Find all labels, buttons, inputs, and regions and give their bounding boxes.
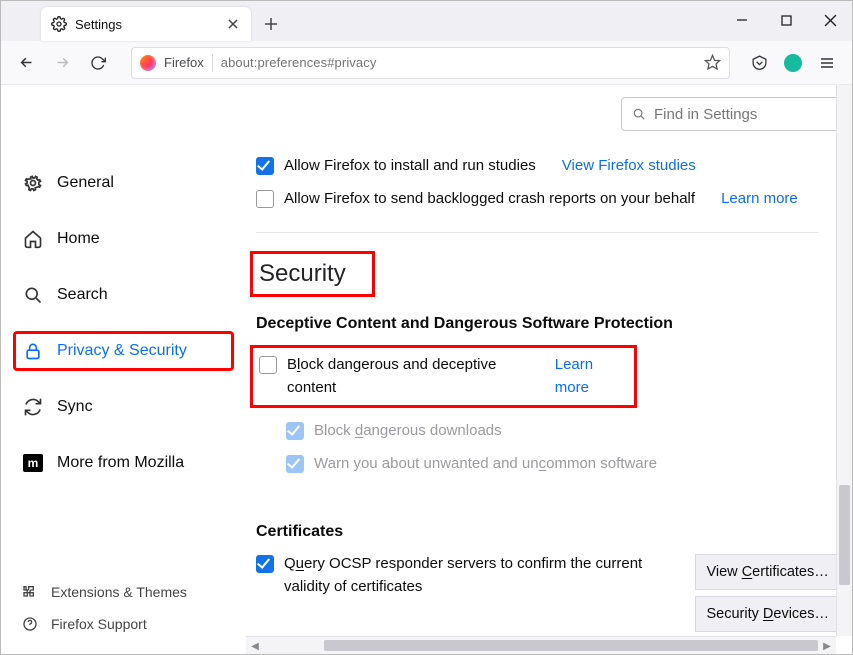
separator <box>212 54 213 72</box>
maximize-button[interactable] <box>764 1 808 39</box>
gear-icon <box>23 173 43 193</box>
nav-label: Search <box>57 286 108 304</box>
nav-more-mozilla[interactable]: m More from Mozilla <box>13 443 234 483</box>
crash-reports-row: Allow Firefox to send backlogged crash r… <box>256 188 818 211</box>
gear-icon <box>51 16 67 32</box>
tab-title: Settings <box>75 17 217 32</box>
crash-reports-checkbox[interactable] <box>256 190 274 208</box>
forward-button[interactable] <box>45 47 79 79</box>
lock-icon <box>23 341 43 361</box>
scrollbar-thumb[interactable] <box>324 640 818 651</box>
checkbox-label: Allow Firefox to send backlogged crash r… <box>284 188 695 211</box>
app-window: Settings Firefox about:preferences#priva… <box>0 0 853 655</box>
nav-label: General <box>57 174 114 192</box>
scroll-right-arrow[interactable]: ▶ <box>818 637 836 654</box>
search-icon <box>23 285 43 305</box>
link-label: Firefox Support <box>51 616 147 632</box>
firefox-support-link[interactable]: Firefox Support <box>13 608 234 640</box>
nav-label: Sync <box>57 398 93 416</box>
sidebar: General Home Search Privacy & Security S… <box>1 85 246 654</box>
content-area: General Home Search Privacy & Security S… <box>1 85 852 654</box>
deceptive-content-heading: Deceptive Content and Dangerous Software… <box>256 315 818 333</box>
checkbox-label: Block dangerous and deceptive content <box>287 354 531 399</box>
help-icon <box>21 615 39 633</box>
browser-tab[interactable]: Settings <box>41 7 251 41</box>
reload-button[interactable] <box>81 47 115 79</box>
main-panel: Find in Settings Allow Firefox to instal… <box>246 85 852 654</box>
close-tab-icon[interactable] <box>225 16 241 32</box>
extension-icon[interactable] <box>784 54 802 72</box>
titlebar: Settings <box>1 1 852 41</box>
section-separator <box>256 232 818 233</box>
nav-privacy-security[interactable]: Privacy & Security <box>13 331 234 371</box>
block-dangerous-row: Block dangerous and deceptive content Le… <box>250 345 637 408</box>
bookmark-star-icon[interactable] <box>704 54 721 71</box>
view-certificates-button[interactable]: View Certificates… <box>695 554 840 590</box>
link-label: Extensions & Themes <box>51 584 187 600</box>
scrollbar-thumb[interactable] <box>839 485 850 585</box>
certificate-buttons: View Certificates… Security Devices… <box>695 554 840 632</box>
block-downloads-checkbox[interactable] <box>286 422 304 440</box>
nav-label: Home <box>57 230 100 248</box>
horizontal-scrollbar[interactable]: ◀ ▶ <box>246 636 836 654</box>
checkbox-label: Warn you about unwanted and uncommon sof… <box>314 453 657 476</box>
block-dangerous-checkbox[interactable] <box>259 356 277 374</box>
block-downloads-row: Block dangerous downloads <box>286 420 818 443</box>
warn-unwanted-row: Warn you about unwanted and uncommon sof… <box>286 453 818 476</box>
scroll-left-arrow[interactable]: ◀ <box>246 637 264 654</box>
app-menu-button[interactable] <box>810 47 844 79</box>
nav-label: More from Mozilla <box>57 454 184 472</box>
firefox-icon <box>140 55 156 71</box>
back-button[interactable] <box>9 47 43 79</box>
nav-search[interactable]: Search <box>13 275 234 315</box>
checkbox-label: Block dangerous downloads <box>314 420 502 443</box>
crash-learn-more-link[interactable]: Learn more <box>721 188 798 211</box>
identity-label: Firefox <box>164 55 204 70</box>
nav-home[interactable]: Home <box>13 219 234 259</box>
nav-sync[interactable]: Sync <box>13 387 234 427</box>
minimize-button[interactable] <box>720 1 764 39</box>
nav: General Home Search Privacy & Security S… <box>1 163 246 576</box>
view-studies-link[interactable]: View Firefox studies <box>562 155 696 178</box>
url-bar[interactable]: Firefox about:preferences#privacy <box>131 47 730 79</box>
new-tab-button[interactable] <box>257 10 285 38</box>
allow-studies-row: Allow Firefox to install and run studies… <box>256 155 818 178</box>
close-window-button[interactable] <box>808 1 852 39</box>
security-heading: Security <box>250 251 375 297</box>
allow-studies-checkbox[interactable] <box>256 157 274 175</box>
ocsp-checkbox[interactable] <box>256 555 274 573</box>
extensions-themes-link[interactable]: Extensions & Themes <box>13 576 234 608</box>
home-icon <box>23 229 43 249</box>
window-controls <box>720 1 852 39</box>
warn-unwanted-checkbox[interactable] <box>286 455 304 473</box>
puzzle-icon <box>21 583 39 601</box>
url-text: about:preferences#privacy <box>221 55 696 70</box>
toolbar: Firefox about:preferences#privacy <box>1 41 852 85</box>
security-devices-button[interactable]: Security Devices… <box>695 596 840 632</box>
nav-general[interactable]: General <box>13 163 234 203</box>
certificates-heading: Certificates <box>256 523 818 541</box>
sidebar-footer: Extensions & Themes Firefox Support <box>1 576 246 654</box>
pocket-button[interactable] <box>742 47 776 79</box>
checkbox-label: Query OCSP responder servers to confirm … <box>284 553 686 598</box>
nav-label: Privacy & Security <box>57 342 187 360</box>
mozilla-icon: m <box>23 453 43 473</box>
block-learn-more-link[interactable]: Learn more <box>555 354 626 399</box>
checkbox-label: Allow Firefox to install and run studies <box>284 155 536 178</box>
vertical-scrollbar[interactable] <box>836 85 852 636</box>
ocsp-row: Query OCSP responder servers to confirm … <box>256 553 686 598</box>
sync-icon <box>23 397 43 417</box>
